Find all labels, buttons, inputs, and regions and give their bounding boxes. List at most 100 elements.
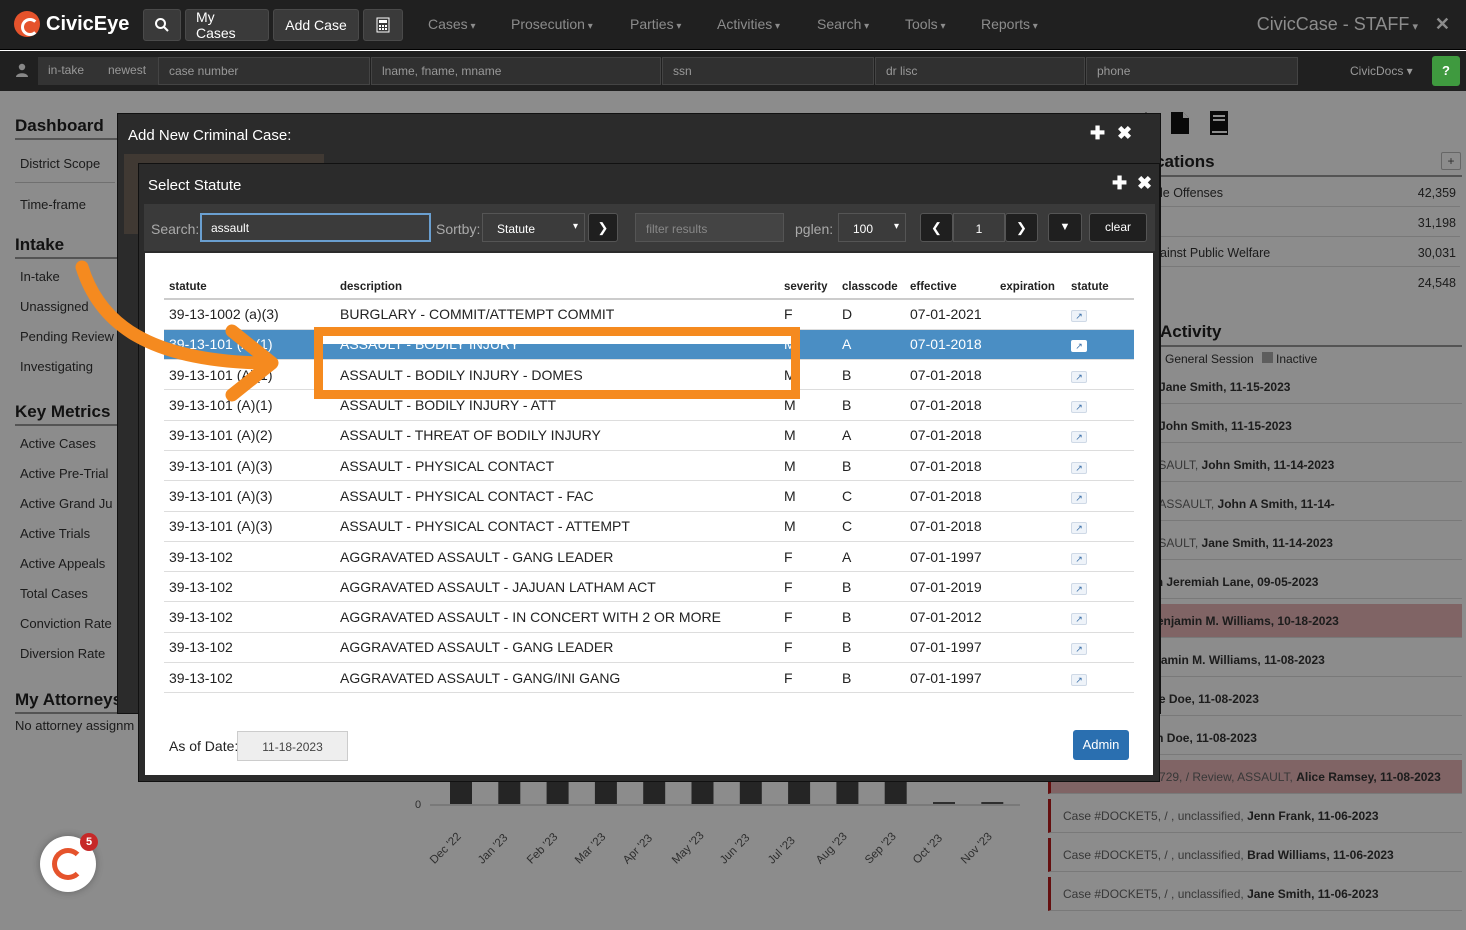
newest-filter[interactable]: newest bbox=[98, 57, 158, 85]
admin-button[interactable]: Admin bbox=[1073, 730, 1129, 760]
brand-name: CivicEye bbox=[46, 12, 130, 35]
open-link-icon[interactable]: ↗ bbox=[1071, 643, 1087, 656]
civiceye-logo-icon bbox=[14, 11, 40, 37]
clear-button[interactable]: clear bbox=[1089, 213, 1147, 242]
open-link-icon[interactable]: ↗ bbox=[1071, 582, 1087, 595]
description-cell: ASSAULT - PHYSICAL CONTACT - ATTEMPT bbox=[335, 511, 779, 542]
intake-filter[interactable]: in-take bbox=[38, 57, 98, 85]
statute-cell: 39-13-102 bbox=[164, 541, 335, 573]
effective-cell: 07-01-2018 bbox=[905, 420, 995, 451]
table-row[interactable]: 39-13-101 (A)(3) ASSAULT - PHYSICAL CONTA… bbox=[164, 480, 1134, 512]
effective-cell: 07-01-2018 bbox=[905, 389, 995, 421]
open-link-icon[interactable]: ↗ bbox=[1071, 310, 1087, 323]
page-number-input[interactable]: 1 bbox=[953, 213, 1005, 242]
chevron-left-icon: ❮ bbox=[931, 220, 942, 235]
pglen-select[interactable]: 100 ▾ bbox=[838, 213, 906, 242]
classcode-cell: C bbox=[837, 511, 905, 542]
top-navbar: CivicEye My Cases Add Case Cases Prosecu… bbox=[0, 0, 1466, 50]
table-row[interactable]: 39-13-102 AGGRAVATED ASSAULT - JAJUAN LAT… bbox=[164, 571, 1134, 603]
open-link-icon[interactable]: ↗ bbox=[1071, 491, 1087, 504]
prev-page-button[interactable]: ❮ bbox=[920, 213, 953, 242]
open-link-icon[interactable]: ↗ bbox=[1071, 431, 1087, 444]
help-button[interactable]: ? bbox=[1432, 56, 1460, 86]
expiration-cell bbox=[995, 329, 1066, 361]
nav-parties[interactable]: Parties bbox=[630, 16, 681, 32]
statute-link-cell: ↗ bbox=[1066, 450, 1134, 482]
nav-search[interactable]: Search bbox=[817, 16, 869, 32]
expiration-cell bbox=[995, 662, 1066, 694]
close-icon[interactable]: ✖ bbox=[1137, 173, 1152, 194]
expand-button[interactable]: ▼ bbox=[1048, 213, 1082, 242]
statute-link-cell: ↗ bbox=[1066, 299, 1134, 330]
next-page-button[interactable]: ❯ bbox=[1005, 213, 1038, 242]
statute-search-input[interactable]: assault bbox=[200, 213, 431, 242]
dr-lisc-input[interactable]: dr lisc bbox=[875, 57, 1085, 85]
sortby-select[interactable]: Statute ▾ bbox=[482, 213, 585, 242]
civicdocs-menu[interactable]: CivicDocs ▾ bbox=[1350, 64, 1413, 78]
as-of-date-label: As of Date: bbox=[169, 738, 239, 754]
severity-cell: F bbox=[779, 299, 837, 330]
ssn-input[interactable]: ssn bbox=[662, 57, 874, 85]
effective-cell: 07-01-1997 bbox=[905, 632, 995, 664]
close-icon[interactable]: ✕ bbox=[1435, 14, 1450, 35]
plus-icon[interactable]: ✚ bbox=[1090, 123, 1105, 144]
col-severity[interactable]: severity bbox=[779, 275, 837, 300]
effective-cell: 07-01-1997 bbox=[905, 541, 995, 573]
nav-activities[interactable]: Activities bbox=[717, 16, 780, 32]
open-link-icon[interactable]: ↗ bbox=[1071, 613, 1087, 626]
severity-cell: M bbox=[779, 511, 837, 542]
nav-reports[interactable]: Reports bbox=[981, 16, 1038, 32]
brand[interactable]: CivicEye bbox=[14, 11, 129, 37]
open-link-icon[interactable]: ↗ bbox=[1071, 552, 1087, 565]
col-expiration[interactable]: expiration bbox=[995, 275, 1066, 300]
open-link-icon[interactable]: ↗ bbox=[1071, 340, 1087, 353]
filter-results-input[interactable]: filter results bbox=[635, 213, 784, 242]
table-row[interactable]: 39-13-101 (A)(3) ASSAULT - PHYSICAL CONTA… bbox=[164, 450, 1134, 482]
statute-cell: 39-13-102 bbox=[164, 662, 335, 694]
statute-link-cell: ↗ bbox=[1066, 662, 1134, 694]
description-cell: ASSAULT - THREAT OF BODILY INJURY bbox=[335, 420, 779, 451]
description-cell: AGGRAVATED ASSAULT - IN CONCERT WITH 2 O… bbox=[335, 601, 779, 633]
name-input[interactable]: lname, fname, mname bbox=[371, 57, 661, 85]
statute-link-cell: ↗ bbox=[1066, 329, 1134, 361]
classcode-cell: D bbox=[837, 299, 905, 330]
classcode-cell: B bbox=[837, 571, 905, 603]
table-row[interactable]: 39-13-101 (A)(2) ASSAULT - THREAT OF BODI… bbox=[164, 420, 1134, 451]
col-classcode[interactable]: classcode bbox=[837, 275, 905, 300]
app-title[interactable]: CivicCase - STAFF bbox=[1257, 14, 1418, 35]
as-of-date-input[interactable]: 11-18-2023 bbox=[237, 731, 348, 761]
open-link-icon[interactable]: ↗ bbox=[1071, 673, 1087, 686]
open-link-icon[interactable]: ↗ bbox=[1071, 461, 1087, 474]
effective-cell: 07-01-2018 bbox=[905, 480, 995, 512]
effective-cell: 07-01-2018 bbox=[905, 359, 995, 391]
description-cell: AGGRAVATED ASSAULT - GANG LEADER bbox=[335, 541, 779, 573]
table-row[interactable]: 39-13-101 (A)(3) ASSAULT - PHYSICAL CONTA… bbox=[164, 511, 1134, 542]
col-statute-link[interactable]: statute bbox=[1066, 275, 1134, 300]
calculator-button[interactable] bbox=[363, 9, 403, 41]
table-row[interactable]: 39-13-102 AGGRAVATED ASSAULT - IN CONCERT… bbox=[164, 601, 1134, 633]
phone-input[interactable]: phone bbox=[1086, 57, 1298, 85]
col-effective[interactable]: effective bbox=[905, 275, 995, 300]
classcode-cell: B bbox=[837, 601, 905, 633]
table-row[interactable]: 39-13-102 AGGRAVATED ASSAULT - GANG LEADE… bbox=[164, 632, 1134, 664]
add-case-button[interactable]: Add Case bbox=[273, 9, 359, 41]
nav-tools[interactable]: Tools bbox=[905, 16, 946, 32]
sort-apply-button[interactable]: ❯ bbox=[588, 213, 618, 242]
close-icon[interactable]: ✖ bbox=[1117, 123, 1132, 144]
table-row[interactable]: 39-13-102 AGGRAVATED ASSAULT - GANG/INI G… bbox=[164, 662, 1134, 694]
nav-prosecution[interactable]: Prosecution bbox=[511, 16, 593, 32]
nav-cases[interactable]: Cases bbox=[428, 16, 476, 32]
my-cases-button[interactable]: My Cases bbox=[185, 9, 269, 41]
search-icon-button[interactable] bbox=[143, 9, 181, 41]
open-link-icon[interactable]: ↗ bbox=[1071, 522, 1087, 535]
case-number-input[interactable]: case number bbox=[158, 57, 370, 85]
col-description[interactable]: description bbox=[335, 275, 779, 300]
description-cell: ASSAULT - PHYSICAL CONTACT bbox=[335, 450, 779, 482]
plus-icon[interactable]: ✚ bbox=[1112, 173, 1127, 194]
open-link-icon[interactable]: ↗ bbox=[1071, 370, 1087, 383]
open-link-icon[interactable]: ↗ bbox=[1071, 401, 1087, 414]
expiration-cell bbox=[995, 450, 1066, 482]
search-icon bbox=[155, 18, 169, 32]
table-row[interactable]: 39-13-102 AGGRAVATED ASSAULT - GANG LEADE… bbox=[164, 541, 1134, 573]
modal-title: Add New Criminal Case: bbox=[128, 127, 292, 144]
